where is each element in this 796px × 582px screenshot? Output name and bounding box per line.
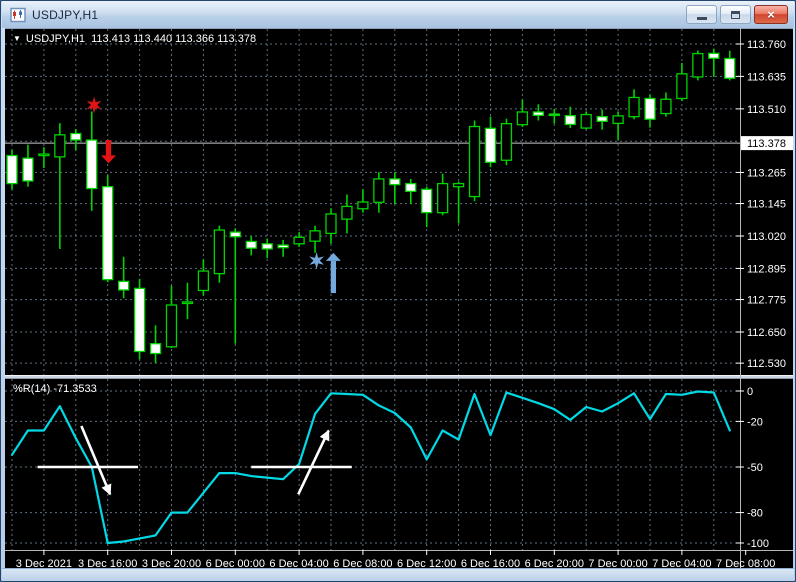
symbol-readout[interactable]: ▼ USDJPY,H1 113.413 113.440 113.366 113.… bbox=[13, 33, 256, 45]
current-price-label-text: 113.378 bbox=[747, 138, 786, 150]
restore-icon bbox=[731, 10, 740, 19]
indicator-label: %R(14) -71.3533 bbox=[13, 383, 97, 395]
close-icon: × bbox=[767, 7, 775, 22]
price-tick-label: 112.650 bbox=[747, 327, 786, 339]
symbol-ohlc-text: USDJPY,H1 113.413 113.440 113.366 113.37… bbox=[25, 33, 257, 45]
price-tick-label: 113.635 bbox=[747, 71, 786, 83]
restore-button[interactable] bbox=[720, 5, 751, 24]
chart-client-area: ▼ USDJPY,H1 113.413 113.440 113.366 113.… bbox=[5, 28, 793, 571]
chart-window: USDJPY,H1 × ▼ USDJPY,H1 113.413 113.440 … bbox=[0, 0, 796, 582]
price-tick-label: 113.020 bbox=[747, 231, 786, 243]
price-tick-label: 112.895 bbox=[747, 263, 786, 275]
window-bottom-border bbox=[2, 568, 794, 581]
indicator-tick-label: -50 bbox=[747, 462, 763, 474]
indicator-tick-label: -100 bbox=[747, 538, 769, 550]
price-tick-label: 113.265 bbox=[747, 167, 786, 179]
chart-window-icon bbox=[10, 7, 26, 22]
indicator-tick-label: -20 bbox=[747, 416, 763, 428]
window-title: USDJPY,H1 bbox=[32, 7, 99, 22]
price-tick-label: 113.760 bbox=[747, 39, 786, 51]
price-tick-label: 112.775 bbox=[747, 295, 786, 307]
window-controls: × bbox=[686, 5, 788, 24]
chart-canvas: 113.760 113.635 113.510 113.378 113.265 113.1… bbox=[5, 28, 793, 571]
title-bar[interactable]: USDJPY,H1 × bbox=[2, 1, 794, 28]
price-tick-label: 113.145 bbox=[747, 199, 786, 211]
price-tick-label: 113.510 bbox=[747, 104, 786, 116]
close-button[interactable]: × bbox=[754, 5, 788, 24]
indicator-tick-label: -80 bbox=[747, 508, 763, 520]
minimize-icon bbox=[696, 16, 707, 20]
indicator-tick-label: 0 bbox=[747, 386, 753, 398]
minimize-button[interactable] bbox=[686, 5, 717, 24]
chart-plot-area[interactable] bbox=[5, 28, 740, 550]
symbol-dropdown-icon: ▼ bbox=[13, 34, 21, 43]
price-tick-label: 112.530 bbox=[747, 358, 786, 370]
